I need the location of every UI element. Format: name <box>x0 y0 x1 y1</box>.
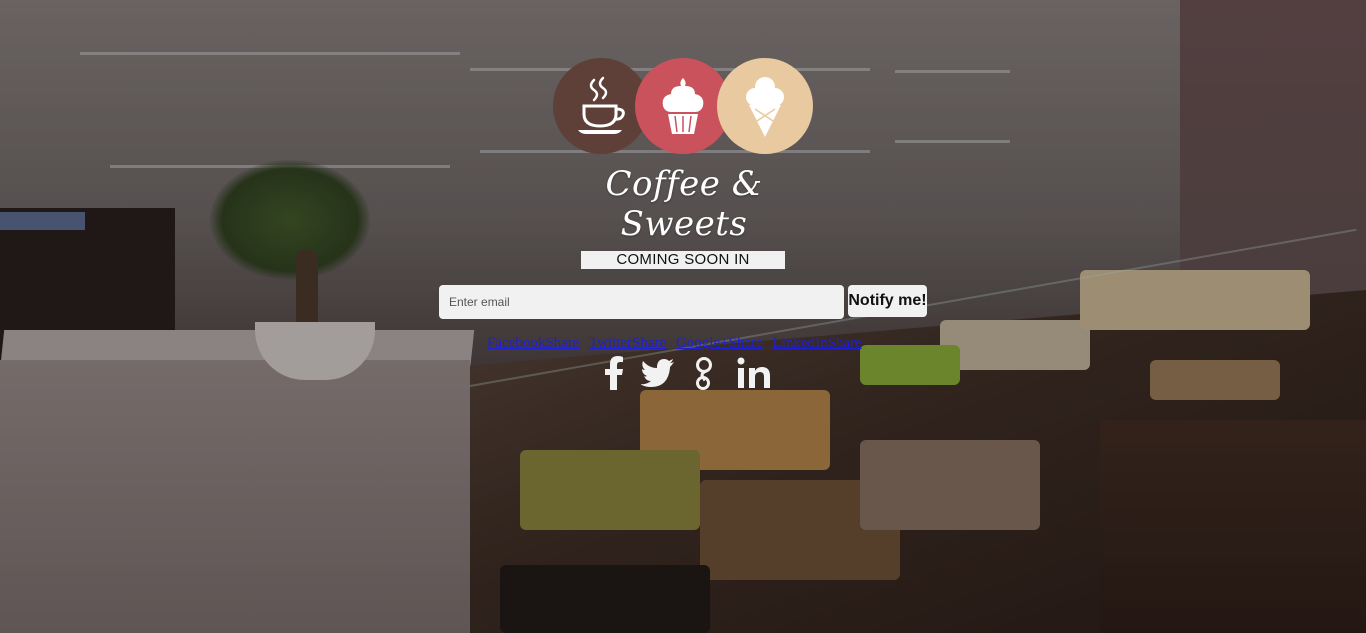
ice-cream-icon <box>746 77 784 137</box>
main-content: Coffee & Sweets COMING SOON IN Notify me… <box>0 0 1366 633</box>
google-plus-icon[interactable] <box>686 355 722 391</box>
facebook-share-link[interactable]: FacebookShare <box>487 335 579 351</box>
cupcake-icon <box>662 78 704 134</box>
twitter-share-link[interactable]: TwitterShare <box>589 335 666 351</box>
google-plus-share-link[interactable]: Google+Share <box>676 335 763 351</box>
linkedin-share-link[interactable]: LinkedInShare <box>773 335 862 351</box>
coffee-cup-icon <box>578 76 625 134</box>
notify-me-button[interactable]: Notify me! <box>848 285 927 317</box>
coming-soon-page: Coffee & Sweets COMING SOON IN Notify me… <box>0 0 1366 633</box>
logo <box>553 58 815 156</box>
twitter-icon[interactable] <box>640 355 676 391</box>
linkedin-icon[interactable] <box>736 355 772 391</box>
logo-circle-ice-cream <box>717 58 813 154</box>
coming-soon-label: COMING SOON IN <box>581 251 785 269</box>
social-icons <box>596 355 776 393</box>
share-links: FacebookShare TwitterShare Google+Share … <box>487 335 887 353</box>
email-input[interactable] <box>439 285 844 319</box>
brand-name: Coffee & Sweets <box>605 164 763 244</box>
facebook-icon[interactable] <box>596 355 632 391</box>
